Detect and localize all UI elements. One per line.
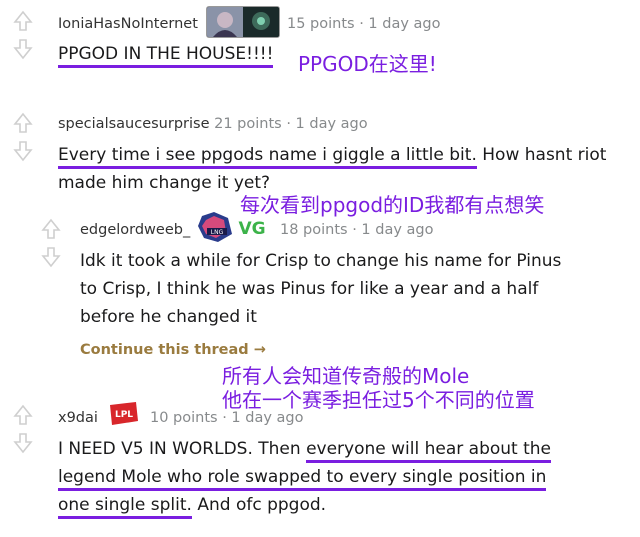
vote-arrows	[12, 112, 34, 162]
points-count: 18 points	[280, 222, 348, 238]
annotation-line: 他在一个赛季担任过5个不同的位置	[222, 388, 535, 412]
upvote-icon[interactable]	[13, 404, 33, 425]
points-count: 21 points	[214, 116, 282, 132]
user-flair-image: LNG VG	[198, 212, 270, 242]
continue-thread-link[interactable]: Continue this thread →	[80, 342, 266, 358]
points-count: 15 points	[287, 16, 355, 32]
underlined-text: everyone will hear about the	[306, 439, 552, 463]
comment-meta: IoniaHasNoInternet	[58, 16, 198, 32]
body-line: before he changed it	[80, 307, 257, 327]
svg-text:LPL: LPL	[115, 410, 133, 420]
translation-annotation: PPGOD在这里!	[298, 52, 437, 76]
separator-dot: ·	[359, 16, 364, 32]
comment-body: Every time i see ppgods name i giggle a …	[58, 141, 618, 197]
upvote-icon[interactable]	[41, 218, 61, 239]
user-flair-image: LPL	[106, 399, 142, 429]
downvote-icon[interactable]	[13, 141, 33, 162]
timestamp: 1 day ago	[231, 410, 304, 426]
underlined-text: PPGOD IN THE HOUSE!!!!	[58, 44, 274, 68]
translation-annotation: 所有人会知道传奇般的Mole 他在一个赛季担任过5个不同的位置	[222, 364, 535, 412]
comment-body: PPGOD IN THE HOUSE!!!!	[58, 40, 274, 68]
svg-text:LNG: LNG	[211, 229, 224, 236]
svg-text:VG: VG	[238, 219, 265, 239]
username-link[interactable]: IoniaHasNoInternet	[58, 16, 198, 32]
user-flair-image	[206, 6, 280, 38]
comment-body: Idk it took a while for Crisp to change …	[80, 247, 620, 331]
timestamp: 1 day ago	[361, 222, 434, 238]
downvote-icon[interactable]	[41, 247, 61, 268]
vote-arrows	[12, 404, 34, 454]
continue-thread-label: Continue this thread	[80, 342, 249, 358]
lpl-logo-icon: LPL	[106, 399, 142, 429]
separator-dot: ·	[352, 222, 357, 238]
username-link[interactable]: edgelordweeb_	[80, 222, 190, 238]
body-line: Idk it took a while for Crisp to change …	[80, 251, 562, 271]
comment-meta: x9dai	[58, 410, 98, 426]
timestamp: 1 day ago	[368, 16, 441, 32]
separator-dot: ·	[286, 116, 291, 132]
username-link[interactable]: specialsaucesurprise	[58, 116, 210, 132]
comment-body: I NEED V5 IN WORLDS. Then everyone will …	[58, 435, 633, 519]
underlined-text: legend Mole who role swapped to every si…	[58, 467, 547, 491]
downvote-icon[interactable]	[13, 433, 33, 454]
points-count: 10 points	[150, 410, 218, 426]
downvote-icon[interactable]	[13, 39, 33, 60]
vote-arrows	[12, 10, 34, 60]
team-logo-icon: LNG VG	[198, 212, 266, 242]
upvote-icon[interactable]	[13, 10, 33, 31]
username-link[interactable]: x9dai	[58, 410, 98, 426]
body-text: I NEED V5 IN WORLDS. Then	[58, 439, 307, 459]
translation-annotation: 每次看到ppgod的ID我都有点想笑	[240, 193, 545, 217]
body-line: to Crisp, I think he was Pinus for like …	[80, 279, 539, 299]
body-text: And ofc ppgod.	[191, 495, 327, 515]
annotation-line: 所有人会知道传奇般的Mole	[222, 364, 470, 388]
underlined-text: one single split.	[58, 495, 192, 519]
separator-dot: ·	[222, 410, 227, 426]
upvote-icon[interactable]	[13, 112, 33, 133]
comment-meta: specialsaucesurprise 21 points · 1 day a…	[58, 116, 368, 132]
champion-portrait-icon	[207, 7, 279, 37]
underlined-text: Every time i see ppgods name i giggle a …	[58, 145, 477, 169]
arrow-right-icon: →	[253, 342, 266, 358]
vote-arrows	[40, 218, 62, 268]
timestamp: 1 day ago	[295, 116, 368, 132]
comment-meta: edgelordweeb_	[80, 222, 190, 238]
